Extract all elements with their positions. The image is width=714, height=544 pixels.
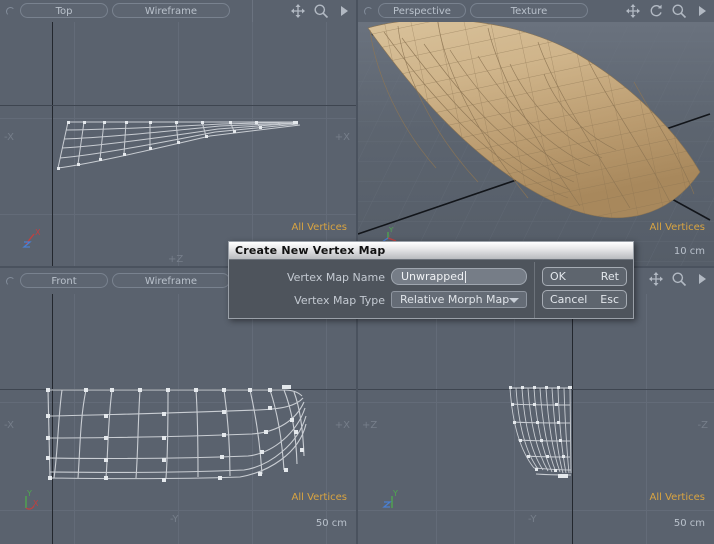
wireframe-mesh-front [46, 385, 307, 482]
svg-text:Y: Y [388, 226, 394, 234]
rotate-icon[interactable] [648, 3, 664, 19]
selection-status: All Vertices [649, 222, 705, 233]
viewport-perspective-canvas[interactable]: Y All Vertices 10 cm [358, 22, 714, 266]
axis-label-left: -X [4, 132, 14, 143]
zoom-icon[interactable] [671, 3, 687, 19]
shading-mode-button[interactable]: Wireframe [112, 3, 230, 18]
svg-text:Y: Y [392, 489, 398, 498]
ok-button-shortcut: Ret [600, 270, 619, 283]
cancel-button-shortcut: Esc [600, 293, 619, 306]
svg-text:X: X [33, 499, 39, 508]
axis-gizmo: Y [382, 488, 408, 512]
selection-status: All Vertices [291, 492, 347, 503]
cancel-button[interactable]: Cancel Esc [542, 290, 627, 309]
vertex-map-name-input[interactable]: Unwrapped [391, 268, 527, 285]
expand-arrow-icon[interactable] [694, 271, 710, 287]
axis-label-right: +X [334, 132, 350, 143]
axis-label-right: +X [334, 420, 350, 431]
viewport-menu-icon[interactable] [6, 7, 15, 16]
move-icon[interactable] [625, 3, 641, 19]
shading-mode-button[interactable]: Wireframe [112, 273, 230, 288]
axis-gizmo: X [20, 226, 46, 250]
dialog-title: Create New Vertex Map [229, 242, 633, 260]
zoom-icon[interactable] [671, 271, 687, 287]
viewport-perspective-header: Perspective Texture [358, 0, 714, 22]
wireframe-mesh-side [509, 386, 572, 478]
move-icon[interactable] [290, 3, 306, 19]
ok-button-label: OK [550, 270, 566, 283]
grid-scale-label: 10 cm [673, 246, 705, 257]
viewport-menu-icon[interactable] [6, 277, 15, 286]
vertex-map-type-value: Relative Morph Map [400, 293, 510, 306]
dialog-body: Vertex Map Name Unwrapped Vertex Map Typ… [229, 260, 633, 320]
text-caret [465, 271, 466, 283]
ok-button[interactable]: OK Ret [542, 267, 627, 286]
svg-text:X: X [35, 228, 41, 237]
view-mode-button[interactable]: Front [20, 273, 108, 288]
vertex-map-name-value: Unwrapped [401, 270, 464, 283]
axis-label-bottom: -Y [170, 514, 179, 525]
viewport-side-canvas[interactable]: +Z -Z -Y Y All Vertices 50 cm [358, 292, 714, 544]
vertex-map-type-label: Vertex Map Type [294, 294, 385, 307]
viewport-top-canvas[interactable]: -X +X +Z X All Vertices [0, 22, 356, 266]
modeler-window: -X +X +Z X All Vertices Top Wireframe Y … [0, 0, 714, 544]
zoom-icon[interactable] [313, 3, 329, 19]
expand-arrow-icon[interactable] [694, 3, 710, 19]
viewport-top-header: Top Wireframe [0, 0, 356, 22]
viewport-front-canvas[interactable]: -X +X -Y Y X All Vertices 50 cm [0, 292, 356, 544]
axis-label-left: +Z [362, 420, 378, 431]
svg-text:Y: Y [26, 489, 32, 498]
cancel-button-label: Cancel [550, 293, 588, 306]
selection-status: All Vertices [291, 222, 347, 233]
shading-mode-button[interactable]: Texture [470, 3, 588, 18]
create-vertex-map-dialog[interactable]: Create New Vertex Map Vertex Map Name Un… [228, 241, 634, 319]
view-mode-button[interactable]: Top [20, 3, 108, 18]
viewport-menu-icon[interactable] [364, 7, 373, 16]
vertex-map-name-label: Vertex Map Name [286, 271, 385, 284]
axis-label-bottom: +Z [168, 254, 184, 265]
vertex-map-type-select[interactable]: Relative Morph Map [391, 291, 527, 308]
expand-arrow-icon[interactable] [336, 3, 352, 19]
grid-scale-label: 50 cm [315, 518, 347, 529]
move-icon[interactable] [648, 271, 664, 287]
selection-status: All Vertices [649, 492, 705, 503]
axis-label-bottom: -Y [528, 514, 537, 525]
axis-label-right: -Z [697, 420, 708, 431]
chevron-down-icon [509, 298, 519, 303]
axis-gizmo: Y X [20, 488, 46, 512]
axis-label-left: -X [4, 420, 14, 431]
grid-scale-label: 50 cm [673, 518, 705, 529]
viewport-top[interactable]: -X +X +Z X All Vertices Top Wireframe [0, 0, 356, 266]
view-mode-button[interactable]: Perspective [378, 3, 466, 18]
viewport-perspective[interactable]: Y All Vertices 10 cm Perspective Texture [358, 0, 714, 266]
